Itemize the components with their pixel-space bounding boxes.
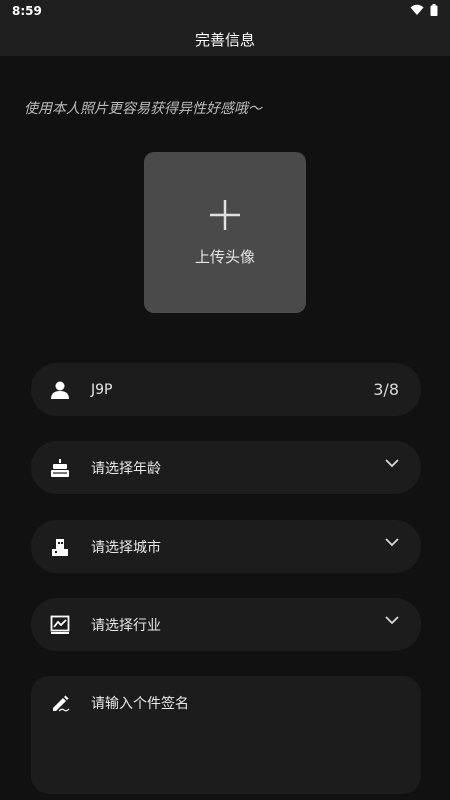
person-icon (49, 379, 71, 401)
signature-field[interactable]: 请输入个件签名 (31, 676, 421, 794)
status-bar: 8:59 (0, 0, 450, 22)
chevron-down-icon (385, 610, 399, 629)
upload-avatar-label: 上传头像 (194, 248, 255, 266)
industry-placeholder: 请选择行业 (91, 617, 161, 634)
pen-icon (49, 692, 71, 714)
status-time: 8:59 (12, 4, 42, 18)
page-title: 完善信息 (194, 30, 255, 49)
age-placeholder: 请选择年龄 (91, 460, 161, 477)
cake-icon (49, 457, 71, 479)
battery-icon (430, 3, 438, 19)
wifi-icon (410, 4, 424, 19)
building-icon (49, 536, 71, 558)
chevron-down-icon (385, 532, 399, 551)
age-select[interactable]: 请选择年龄 (31, 441, 421, 494)
plus-icon (208, 198, 242, 236)
nickname-char-count: 3/8 (373, 380, 399, 399)
city-placeholder: 请选择城市 (91, 539, 161, 556)
status-icons (410, 3, 438, 19)
nickname-input[interactable]: J9P (91, 382, 373, 398)
nickname-field[interactable]: J9P 3/8 (31, 363, 421, 416)
city-select[interactable]: 请选择城市 (31, 520, 421, 573)
upload-avatar-button[interactable]: 上传头像 (144, 152, 306, 313)
industry-select[interactable]: 请选择行业 (31, 598, 421, 651)
chevron-down-icon (385, 453, 399, 472)
photo-hint: 使用本人照片更容易获得异性好感哦～ (24, 101, 262, 117)
app-bar: 完善信息 (0, 22, 450, 56)
chart-icon (49, 614, 71, 636)
signature-input[interactable]: 请输入个件签名 (91, 693, 189, 713)
